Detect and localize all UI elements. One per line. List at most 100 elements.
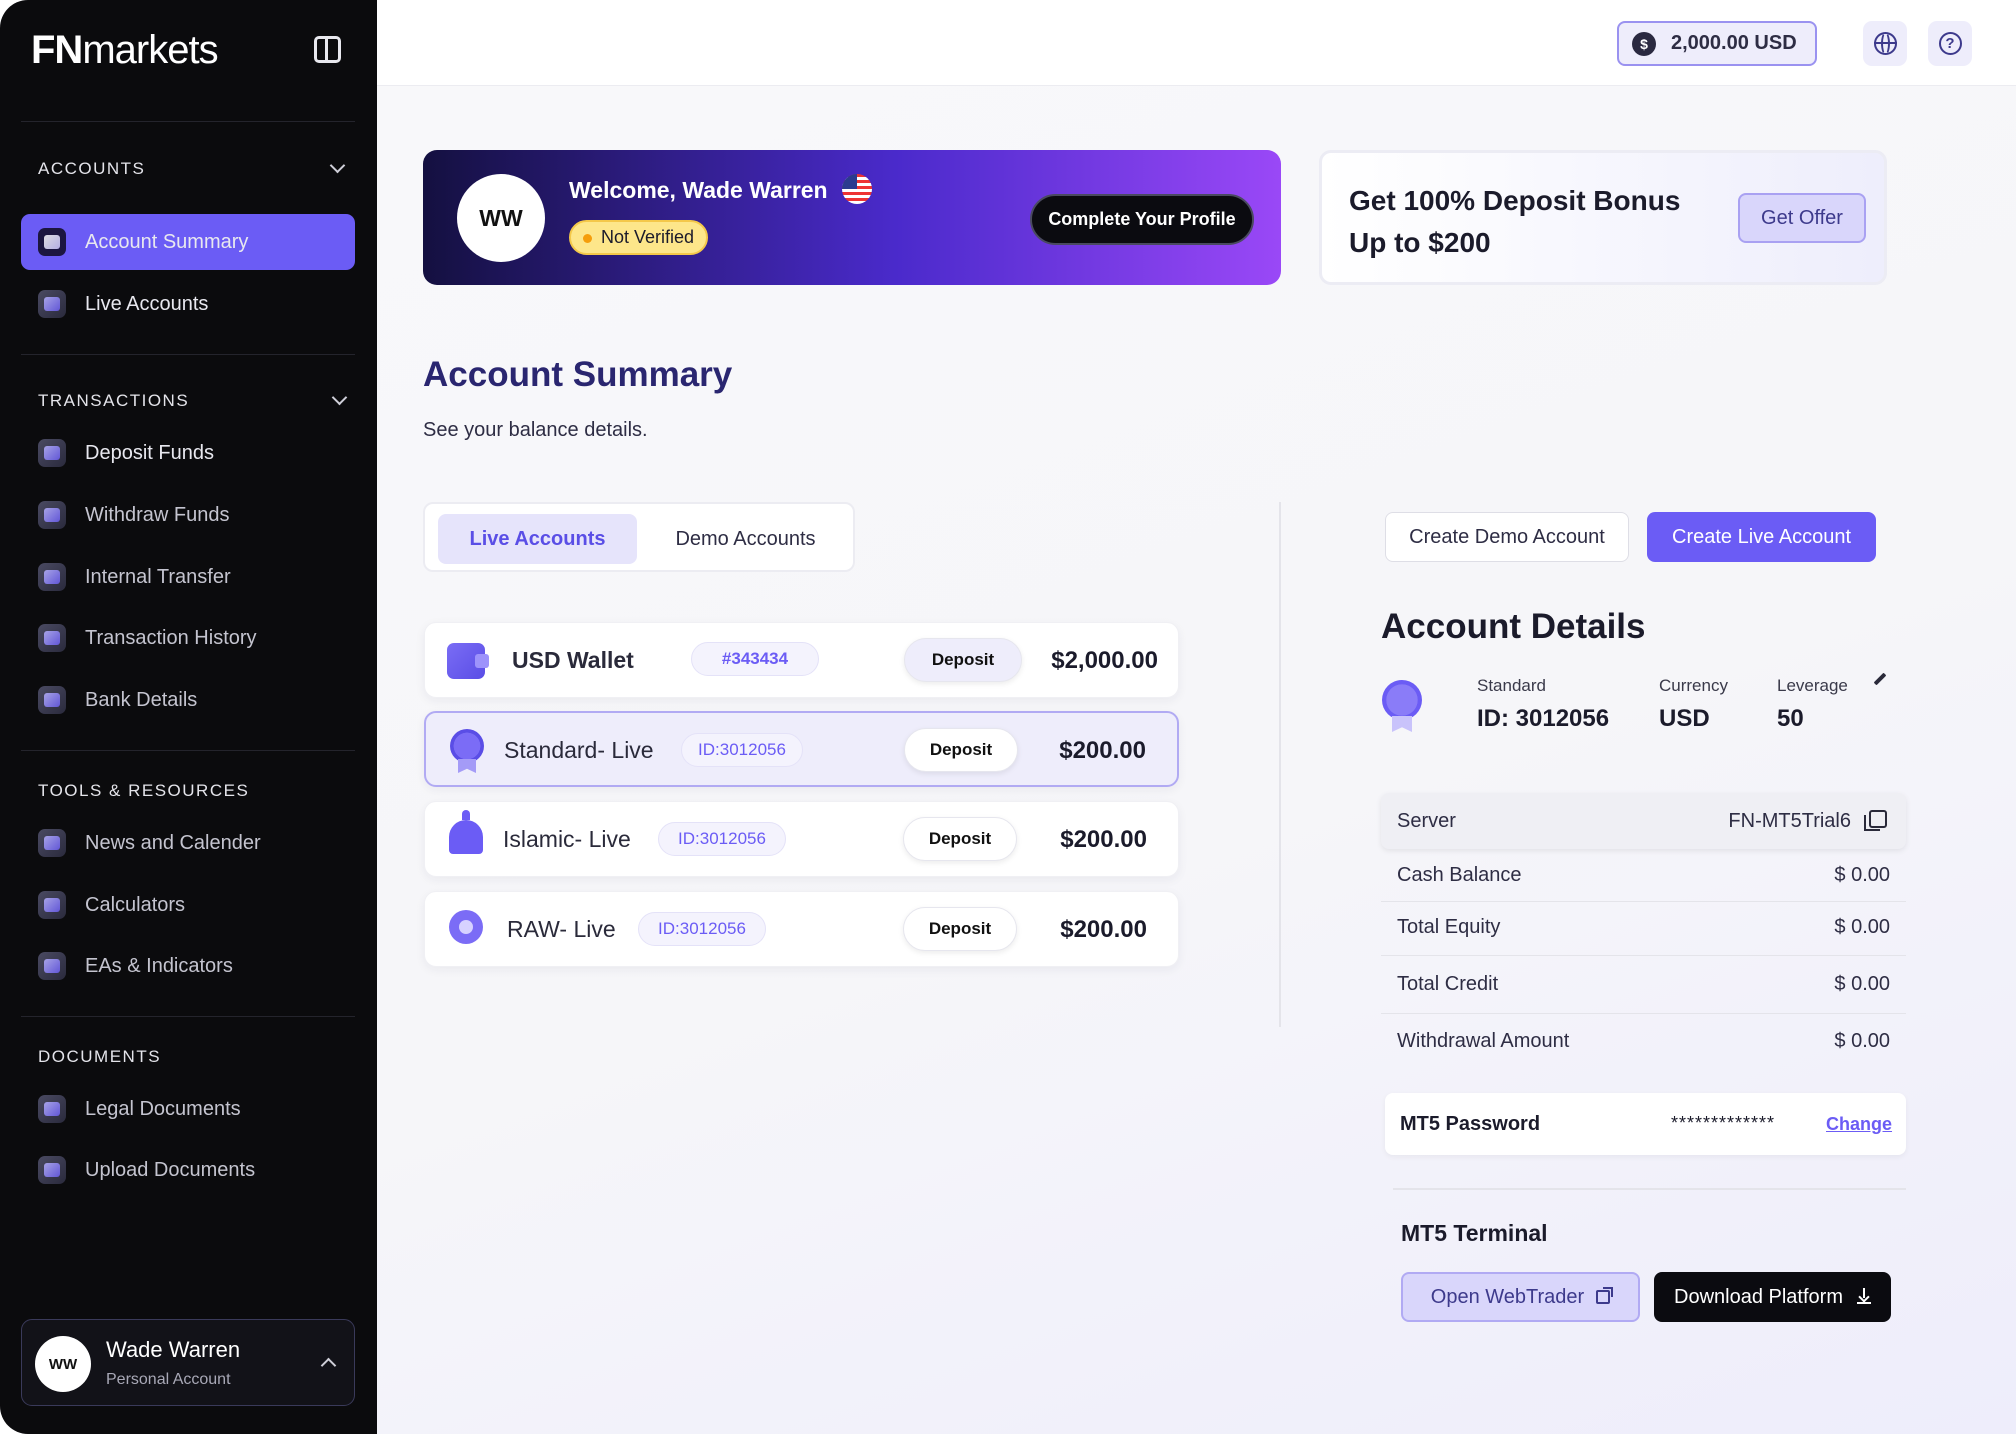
upload-icon — [38, 1156, 66, 1184]
account-balance: $200.00 — [1060, 826, 1147, 853]
chevron-down-icon[interactable] — [329, 157, 346, 174]
sidebar-item-label: Withdraw Funds — [85, 503, 230, 526]
create-demo-account-button[interactable]: Create Demo Account — [1385, 512, 1629, 562]
legal-icon — [38, 1095, 66, 1123]
account-name: USD Wallet — [512, 647, 634, 673]
divider — [1393, 1188, 1906, 1190]
sidebar-item-calculators[interactable]: Calculators — [21, 877, 355, 933]
main-content: $ 2,000.00 USD ? WW Welcome, Wade Warren… — [377, 0, 2016, 1434]
account-id: ID:3012056 — [681, 733, 803, 767]
change-password-link[interactable]: Change — [1826, 1114, 1892, 1135]
account-name: Islamic- Live — [503, 826, 631, 852]
sidebar-item-upload-documents[interactable]: Upload Documents — [21, 1142, 355, 1198]
stat-label: Cash Balance — [1397, 864, 1522, 886]
download-platform-button[interactable]: Download Platform — [1654, 1272, 1891, 1322]
mt5-password-label: MT5 Password — [1400, 1113, 1541, 1135]
sidebar-item-deposit-funds[interactable]: Deposit Funds — [21, 425, 355, 481]
transfer-icon — [38, 563, 66, 591]
account-details-title: Account Details — [1381, 607, 1646, 646]
standard-label: Standard — [1477, 676, 1546, 695]
currency-value: USD — [1659, 705, 1710, 732]
sidebar-toggle-icon[interactable] — [314, 36, 341, 63]
section-transactions-heading[interactable]: TRANSACTIONS — [38, 391, 189, 411]
tab-live-accounts[interactable]: Live Accounts — [438, 514, 637, 564]
calendar-icon — [38, 829, 66, 857]
globe-icon — [1873, 32, 1897, 55]
download-platform-label: Download Platform — [1674, 1285, 1843, 1308]
language-button[interactable] — [1863, 21, 1907, 66]
sidebar-item-eas-indicators[interactable]: EAs & Indicators — [21, 938, 355, 994]
wallet-icon — [447, 643, 489, 679]
divider — [21, 354, 355, 355]
balance-chip[interactable]: $ 2,000.00 USD — [1617, 21, 1817, 66]
welcome-banner: WW Welcome, Wade Warren Not Verified Com… — [423, 150, 1281, 285]
divider — [1279, 502, 1281, 1027]
sidebar-item-news-and-calender[interactable]: News and Calender — [21, 815, 355, 871]
complete-profile-button[interactable]: Complete Your Profile — [1030, 194, 1254, 245]
sidebar-item-account-summary[interactable]: Account Summary — [21, 214, 355, 270]
sidebar-item-internal-transfer[interactable]: Internal Transfer — [21, 549, 355, 605]
divider — [21, 121, 355, 122]
sidebar-item-label: Bank Details — [85, 688, 198, 711]
sidebar-item-label: Account Summary — [85, 230, 249, 253]
user-icon — [38, 290, 66, 318]
stat-value: $ 0.00 — [1834, 916, 1890, 938]
account-row-islamic-live[interactable]: Islamic- Live ID:3012056 Deposit $200.00 — [424, 801, 1179, 877]
edit-pencil-icon[interactable] — [1873, 672, 1887, 686]
sidebar-item-legal-documents[interactable]: Legal Documents — [21, 1081, 355, 1137]
deposit-bonus-card: Get 100% Deposit Bonus Up to $200 Get Of… — [1319, 150, 1887, 285]
stat-row-total-credit: Total Credit $ 0.00 — [1381, 956, 1906, 1014]
account-name: RAW- Live — [507, 916, 616, 942]
sidebar-item-bank-details[interactable]: Bank Details — [21, 672, 355, 728]
account-row-standard-live[interactable]: Standard- Live ID:3012056 Deposit $200.0… — [424, 711, 1179, 787]
fnmarkets-logo[interactable]: FNmarkets — [31, 28, 219, 73]
account-type: Personal Account — [106, 1371, 231, 1388]
standard-id-value: ID: 3012056 — [1477, 705, 1610, 732]
user-profile-menu[interactable]: WW Wade Warren Personal Account — [21, 1319, 355, 1406]
section-documents-heading: DOCUMENTS — [38, 1047, 162, 1066]
money-bag-icon — [449, 910, 483, 944]
server-row: Server FN-MT5Trial6 — [1381, 793, 1906, 849]
deposit-button[interactable]: Deposit — [903, 817, 1017, 861]
stat-label: Total Equity — [1397, 916, 1501, 938]
stat-value: $ 0.00 — [1834, 1030, 1890, 1052]
deposit-button[interactable]: Deposit — [903, 907, 1017, 951]
chevron-down-icon[interactable] — [331, 389, 348, 406]
bonus-text: Get 100% Deposit Bonus Up to $200 — [1349, 185, 1681, 258]
chevron-up-icon[interactable] — [320, 1357, 337, 1374]
sidebar: FNmarkets ACCOUNTS Account Summary Live … — [0, 0, 377, 1434]
help-icon: ? — [1938, 32, 1962, 55]
server-value: FN-MT5Trial6 — [1728, 810, 1851, 832]
deposit-button[interactable]: Deposit — [904, 728, 1018, 772]
account-row-usd-wallet[interactable]: USD Wallet #343434 Deposit $2,000.00 — [424, 622, 1179, 698]
sidebar-item-label: Deposit Funds — [85, 441, 214, 464]
copy-icon[interactable] — [1864, 810, 1887, 831]
get-offer-button[interactable]: Get Offer — [1738, 193, 1866, 243]
page-subtitle: See your balance details. — [423, 419, 648, 441]
currency-label: Currency — [1659, 676, 1728, 695]
sidebar-item-label: Upload Documents — [85, 1158, 256, 1181]
history-icon — [38, 624, 66, 652]
sidebar-item-label: News and Calender — [85, 831, 261, 854]
sidebar-item-transaction-history[interactable]: Transaction History — [21, 610, 355, 666]
help-button[interactable]: ? — [1928, 21, 1972, 66]
open-webtrader-button[interactable]: Open WebTrader — [1401, 1272, 1640, 1322]
external-link-icon — [1596, 1287, 1614, 1304]
account-row-raw-live[interactable]: RAW- Live ID:3012056 Deposit $200.00 — [424, 891, 1179, 967]
page-title: Account Summary — [423, 355, 733, 394]
sidebar-item-withdraw-funds[interactable]: Withdraw Funds — [21, 487, 355, 543]
tab-demo-accounts[interactable]: Demo Accounts — [647, 514, 844, 564]
stat-row-withdrawal-amount: Withdrawal Amount $ 0.00 — [1381, 1014, 1906, 1072]
sidebar-item-label: Internal Transfer — [85, 565, 231, 588]
sidebar-item-live-accounts[interactable]: Live Accounts — [21, 276, 355, 332]
balance-amount: 2,000.00 USD — [1671, 32, 1797, 54]
withdraw-icon — [38, 501, 66, 529]
section-accounts-heading[interactable]: ACCOUNTS — [38, 159, 145, 179]
sidebar-item-label: EAs & Indicators — [85, 954, 233, 977]
deposit-button[interactable]: Deposit — [904, 638, 1022, 682]
sidebar-item-label: Transaction History — [85, 626, 257, 649]
stat-label: Withdrawal Amount — [1397, 1030, 1570, 1052]
calculator-icon — [38, 891, 66, 919]
server-label: Server — [1397, 810, 1456, 832]
create-live-account-button[interactable]: Create Live Account — [1647, 512, 1876, 562]
